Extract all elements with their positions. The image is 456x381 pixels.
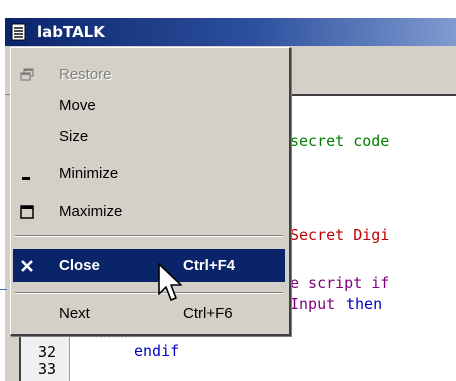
system-menu: Restore Move Size Minimize Maximize Clos…	[10, 47, 291, 336]
menu-item-label: Move	[59, 97, 96, 114]
minimize-icon	[22, 177, 30, 180]
window-title: labTALK	[37, 23, 105, 41]
line-number: 32	[38, 343, 57, 361]
menu-item-label: Maximize	[59, 203, 123, 220]
menu-item-move[interactable]: Move	[13, 91, 285, 121]
menu-item-size[interactable]: Size	[13, 122, 285, 152]
code-line[interactable]: Input	[290, 295, 335, 313]
menu-item-label: Minimize	[59, 165, 119, 182]
menu-item-label: Size	[59, 128, 89, 145]
menu-separator	[15, 292, 283, 294]
menu-separator	[15, 235, 283, 237]
screen: labTALK secret code Secret Digi e script…	[0, 0, 456, 381]
code-line[interactable]: Secret Digi	[290, 226, 389, 244]
menu-item-label: Next	[59, 305, 90, 322]
menu-item-label: Close	[59, 257, 100, 274]
restore-icon	[20, 68, 34, 81]
code-line[interactable]: secret code	[290, 132, 389, 150]
menu-item-minimize[interactable]: Minimize	[13, 159, 285, 189]
menu-item-next[interactable]: Next Ctrl+F6	[13, 299, 285, 329]
mouse-pointer-icon	[158, 263, 182, 301]
code-line[interactable]: then	[346, 295, 382, 313]
title-bar[interactable]: labTALK	[5, 18, 456, 46]
close-icon	[21, 260, 33, 272]
menu-item-close[interactable]: Close Ctrl+F4	[13, 249, 285, 282]
edge-mark	[0, 289, 7, 290]
line-number: 33	[38, 360, 57, 378]
menu-item-restore[interactable]: Restore	[13, 60, 285, 90]
menu-item-shortcut: Ctrl+F6	[183, 305, 233, 322]
menu-item-maximize[interactable]: Maximize	[13, 197, 285, 227]
code-line[interactable]: e script if	[290, 274, 389, 292]
document-icon[interactable]	[11, 23, 27, 41]
maximize-icon	[20, 205, 34, 219]
menu-item-label: Restore	[59, 66, 112, 83]
menu-item-shortcut: Ctrl+F4	[183, 257, 236, 274]
code-line[interactable]: endif	[134, 342, 179, 360]
